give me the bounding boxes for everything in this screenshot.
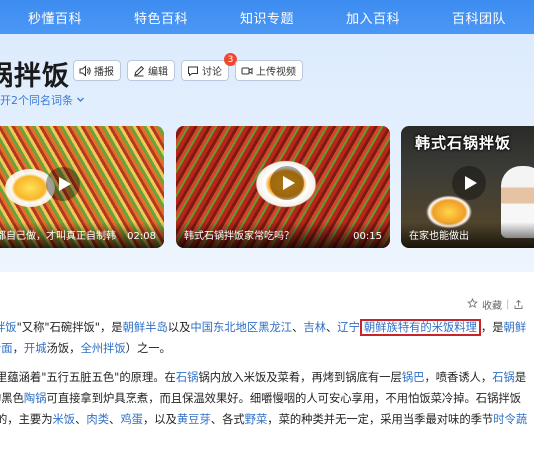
page-title: 锅拌饭 — [0, 61, 70, 92]
broadcast-label: 播报 — [94, 67, 114, 78]
article-text: 可直接拿到炉具烹煮，而且保温效果好。细嚼慢咽的人可安心享用，不用怕饭菜冷掉。石锅… — [46, 392, 521, 405]
article-text: ）之一。 — [125, 342, 171, 355]
nav-item-team[interactable]: 百科团队 — [452, 8, 506, 27]
article-link[interactable]: 拌饭 — [0, 321, 17, 334]
discuss-label: 讨论 — [202, 67, 222, 78]
chevron-down-icon — [76, 94, 85, 107]
video-title-overlay: 韩式石锅拌饭 — [415, 134, 512, 152]
article-link[interactable]: 开城 — [24, 342, 47, 355]
article-link[interactable]: 朝鲜半岛 — [123, 321, 168, 334]
nav-item-join[interactable]: 加入百科 — [346, 8, 400, 27]
article-link[interactable]: 吉林 — [303, 321, 326, 334]
divider: | — [506, 299, 510, 310]
broadcast-button[interactable]: 播报 — [73, 60, 121, 81]
discuss-button[interactable]: 讨论 3 — [181, 53, 237, 81]
expand-homonyms-label: 开2个同名词条 — [0, 94, 73, 107]
article-text: ，以及 — [142, 413, 177, 426]
play-icon[interactable] — [452, 166, 486, 200]
article-link[interactable]: 冷面 — [0, 342, 13, 355]
nav-item-zhishi[interactable]: 知识专题 — [240, 8, 294, 27]
action-bar: 播报 编辑 讨论 3 上传视频 — [73, 53, 303, 81]
article-line: 的，主要为米饭、肉类、鸡蛋，以及黄豆芽、各式野菜，菜的种类并无一定，采用当季最对… — [0, 412, 527, 428]
article-link[interactable]: 野菜 — [245, 413, 268, 426]
play-icon[interactable] — [270, 166, 304, 200]
article-line: 冷面，开城汤饭，全州拌饭）之一。 — [0, 341, 171, 357]
favorite-label[interactable]: 收藏 — [482, 297, 502, 312]
article-link[interactable]: 中国东北地区黑龙江 — [190, 321, 292, 334]
article-link[interactable]: 朝鲜族特有的米饭料理 — [364, 321, 477, 334]
video-card[interactable]: 韩式石锅拌饭 在家也能做出 — [401, 126, 534, 248]
article-text: 里蕴涵着"五行五脏五色"的原理。在 — [0, 371, 176, 384]
nav-item-tese[interactable]: 特色百科 — [134, 8, 188, 27]
article-link[interactable]: 朝鲜 — [504, 321, 527, 334]
upload-video-label: 上传视频 — [256, 67, 296, 78]
article-link[interactable]: 辽宁 — [337, 321, 360, 334]
article-text: 的，主要为 — [0, 413, 53, 426]
article-text: 的黑色 — [0, 392, 24, 405]
article-link[interactable]: 米饭 — [53, 413, 76, 426]
article-link[interactable]: 陶锅 — [24, 392, 47, 405]
edit-icon — [133, 65, 145, 77]
article-text: 、 — [326, 321, 338, 334]
article-text: ，菜的种类并无一定，采用当季最对味的季节 — [267, 413, 494, 426]
article-line: 拌饭"又称"石碗拌饭"，是朝鲜半岛以及中国东北地区黑龙江、吉林、辽宁朝鲜族特有的… — [0, 319, 527, 336]
top-nav: 秒懂百科 特色百科 知识专题 加入百科 百科团队 — [0, 0, 534, 34]
comment-icon — [187, 65, 199, 77]
article-link[interactable]: 锅巴 — [402, 371, 425, 384]
article-text: 锅内放入米饭及菜肴，再烤到锅底有一层 — [198, 371, 402, 384]
video-card[interactable]: 都自己做，才叫真正自制韩 02:08 — [0, 126, 164, 248]
highlighted-phrase: 朝鲜族特有的米饭料理 — [359, 319, 481, 336]
article-line: 的黑色陶锅可直接拿到炉具烹煮，而且保温效果好。细嚼慢咽的人可安心享用，不用怕饭菜… — [0, 391, 521, 407]
video-card[interactable]: 韩式石锅拌饭家常吃吗？ 00:15 — [176, 126, 390, 248]
edit-label: 编辑 — [148, 67, 168, 78]
video-icon — [241, 65, 253, 77]
edit-button[interactable]: 编辑 — [127, 60, 175, 81]
article-text: ，喷香诱人， — [424, 371, 493, 384]
article-text: 、 — [109, 413, 121, 426]
article-link[interactable]: 时令蔬 — [493, 413, 527, 426]
article-line: 里蕴涵着"五行五脏五色"的原理。在石锅锅内放入米饭及菜肴，再烤到锅底有一层锅巴，… — [0, 370, 526, 386]
star-icon[interactable] — [467, 297, 478, 312]
article-text: ， — [12, 342, 24, 355]
article-text: 汤饭， — [46, 342, 81, 355]
article-link[interactable]: 全州拌饭 — [80, 342, 125, 355]
video-caption: 都自己做，才叫真正自制韩 — [0, 231, 116, 242]
video-caption: 在家也能做出 — [409, 231, 469, 242]
article-text: "又称"石碗拌饭"，是 — [16, 321, 123, 334]
article-text: 是 — [514, 371, 527, 384]
nav-item-miaodong[interactable]: 秒懂百科 — [28, 8, 82, 27]
video-duration: 00:15 — [353, 231, 382, 242]
article-text: 、 — [292, 321, 304, 334]
article-link[interactable]: 石锅 — [176, 371, 199, 384]
expand-homonyms-link[interactable]: 开2个同名词条 — [0, 92, 85, 108]
upload-video-button[interactable]: 上传视频 — [235, 60, 303, 81]
article-link[interactable]: 鸡蛋 — [120, 413, 143, 426]
video-caption: 韩式石锅拌饭家常吃吗？ — [184, 231, 294, 242]
play-icon[interactable] — [46, 167, 80, 201]
speaker-icon — [79, 64, 91, 77]
share-icon[interactable] — [513, 299, 524, 310]
article-text: 、各式 — [210, 413, 245, 426]
article-link[interactable]: 肉类 — [86, 413, 109, 426]
article-text: 、 — [75, 413, 87, 426]
favorite-share-bar: 收藏 | — [467, 297, 524, 312]
video-duration: 02:08 — [127, 231, 156, 242]
article-text: ，是 — [480, 321, 504, 334]
article-text: 以及 — [167, 321, 191, 334]
article-link[interactable]: 石锅 — [492, 371, 515, 384]
article-link[interactable]: 黄豆芽 — [177, 413, 211, 426]
